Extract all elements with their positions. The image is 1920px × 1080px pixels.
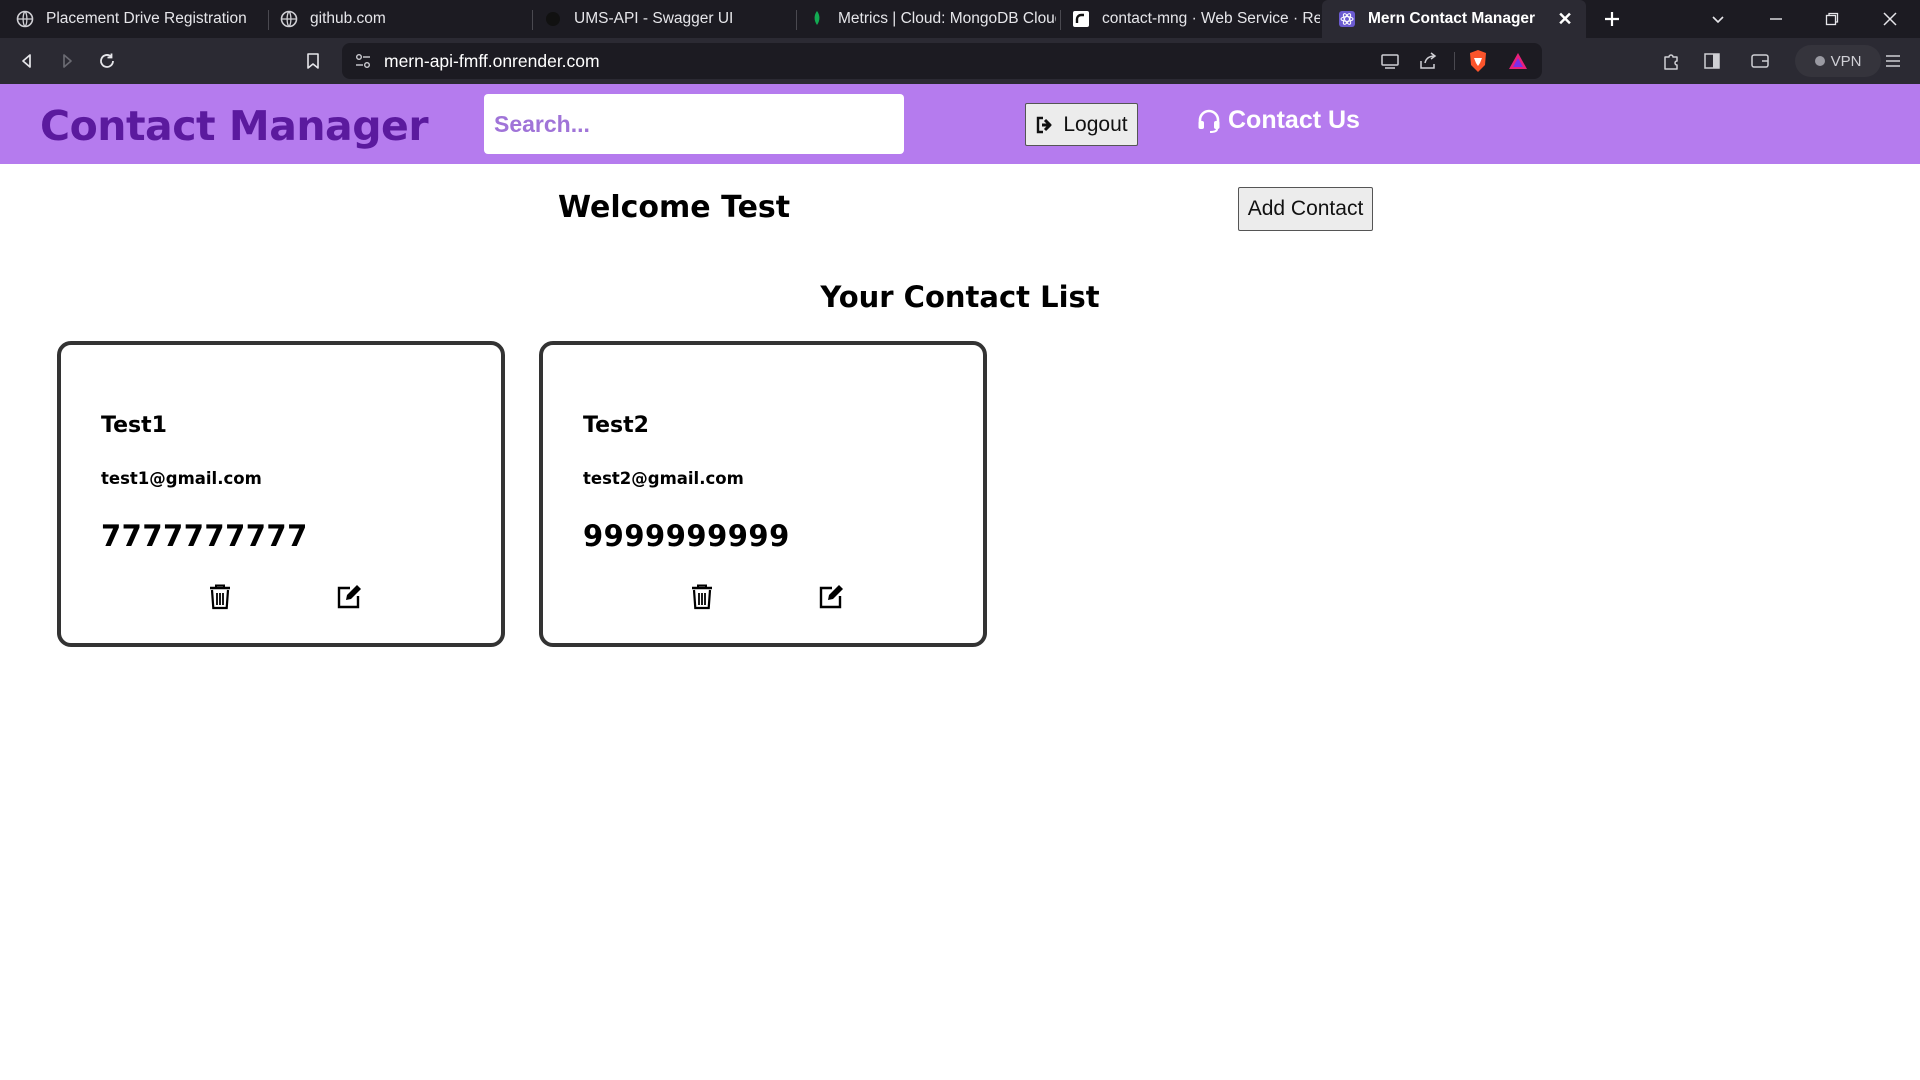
contact-email: test1@gmail.com bbox=[101, 469, 262, 488]
tab-title: Metrics | Cloud: MongoDB Cloud bbox=[838, 10, 1056, 27]
browser-toolbar: mern-api-fmff.onrender.com VPN bbox=[0, 38, 1920, 84]
tab-title: UMS-API - Swagger UI bbox=[574, 10, 734, 27]
trash-icon[interactable] bbox=[205, 581, 235, 613]
react-icon bbox=[1338, 10, 1356, 28]
logout-button[interactable]: Logout bbox=[1025, 103, 1138, 146]
app-navbar: Contact Manager Logout Contact Us bbox=[0, 84, 1920, 164]
brave-rewards-icon[interactable] bbox=[1504, 47, 1532, 75]
divider bbox=[1454, 52, 1455, 70]
render-icon bbox=[1072, 10, 1090, 28]
browser-tab-bar: Placement Drive Registration github.com … bbox=[0, 0, 1920, 38]
close-window-button[interactable] bbox=[1866, 0, 1914, 38]
contact-card: Test2 test2@gmail.com 9999999999 bbox=[539, 341, 987, 647]
page-content: Contact Manager Logout Contact Us Welcom… bbox=[0, 84, 1920, 1078]
mongodb-leaf-icon bbox=[808, 10, 826, 28]
browser-tab[interactable]: contact-mng · Web Service · Render bbox=[1056, 0, 1320, 38]
tab-title: contact-mng · Web Service · Render bbox=[1102, 10, 1320, 27]
globe-icon bbox=[280, 10, 298, 28]
share-icon[interactable] bbox=[1414, 47, 1442, 75]
cast-icon[interactable] bbox=[1376, 47, 1404, 75]
contact-name: Test2 bbox=[583, 413, 649, 438]
edit-icon[interactable] bbox=[333, 581, 365, 613]
contact-us-link[interactable]: Contact Us bbox=[1196, 106, 1360, 135]
contact-us-label: Contact Us bbox=[1228, 106, 1360, 134]
vpn-label: VPN bbox=[1830, 52, 1862, 70]
minimize-window-button[interactable] bbox=[1752, 0, 1800, 38]
forward-arrow-icon[interactable] bbox=[52, 46, 82, 76]
tab-list-chevron-down-icon[interactable] bbox=[1694, 0, 1742, 38]
contact-name: Test1 bbox=[101, 413, 167, 438]
browser-tab[interactable]: Metrics | Cloud: MongoDB Cloud bbox=[792, 0, 1056, 38]
brave-shields-icon[interactable] bbox=[1464, 47, 1492, 75]
vpn-status-icon bbox=[1814, 56, 1825, 66]
headset-icon bbox=[1198, 109, 1220, 133]
swagger-icon bbox=[544, 10, 562, 28]
browser-tab[interactable]: github.com bbox=[264, 0, 528, 38]
app-brand-title[interactable]: Contact Manager bbox=[40, 102, 429, 150]
contact-phone: 7777777777 bbox=[101, 519, 308, 553]
trash-icon[interactable] bbox=[687, 581, 717, 613]
contact-list-title: Your Contact List bbox=[820, 280, 1100, 314]
browser-tab[interactable]: Placement Drive Registration bbox=[0, 0, 264, 38]
new-tab-button[interactable] bbox=[1588, 0, 1636, 38]
sign-out-icon bbox=[1037, 116, 1052, 133]
sidebar-icon[interactable] bbox=[1697, 46, 1727, 76]
vpn-button[interactable]: VPN bbox=[1795, 45, 1881, 77]
search-input[interactable] bbox=[484, 94, 904, 154]
tab-title: Placement Drive Registration bbox=[46, 10, 247, 27]
close-tab-icon[interactable]: ✕ bbox=[1554, 8, 1576, 30]
contact-card: Test1 test1@gmail.com 7777777777 bbox=[57, 341, 505, 647]
contact-email: test2@gmail.com bbox=[583, 469, 744, 488]
tab-title: github.com bbox=[310, 10, 386, 27]
tab-title: Mern Contact Manager bbox=[1368, 10, 1536, 27]
url-text: mern-api-fmff.onrender.com bbox=[384, 50, 600, 71]
wallet-icon[interactable] bbox=[1745, 46, 1775, 76]
bookmark-icon[interactable] bbox=[298, 46, 328, 76]
contact-phone: 9999999999 bbox=[583, 519, 790, 553]
address-bar[interactable]: mern-api-fmff.onrender.com bbox=[342, 43, 1542, 79]
browser-tab[interactable]: UMS-API - Swagger UI bbox=[528, 0, 792, 38]
globe-icon bbox=[16, 10, 34, 28]
restore-window-button[interactable] bbox=[1808, 0, 1856, 38]
edit-icon[interactable] bbox=[815, 581, 847, 613]
logout-label: Logout bbox=[1063, 112, 1128, 136]
extensions-puzzle-icon[interactable] bbox=[1656, 46, 1686, 76]
back-arrow-icon[interactable] bbox=[12, 46, 42, 76]
add-contact-button[interactable]: Add Contact bbox=[1238, 187, 1373, 231]
reload-icon[interactable] bbox=[92, 46, 122, 76]
welcome-heading: Welcome Test bbox=[558, 190, 791, 225]
menu-hamburger-icon[interactable] bbox=[1878, 46, 1908, 76]
browser-tab-active[interactable]: Mern Contact Manager ✕ bbox=[1322, 0, 1586, 38]
site-settings-icon[interactable] bbox=[354, 52, 372, 75]
